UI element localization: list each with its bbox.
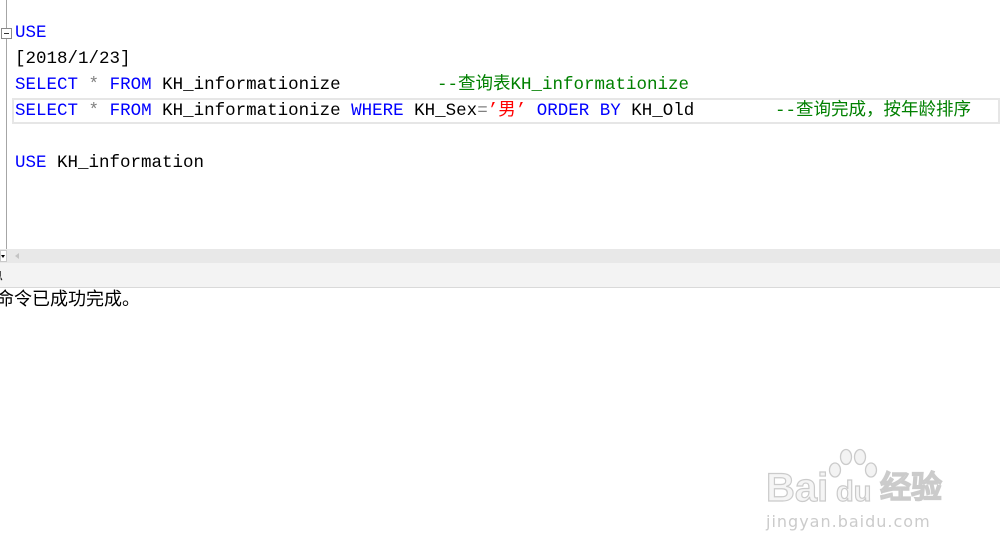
watermark-text-bai: Bai xyxy=(765,465,829,510)
horizontal-scrollbar[interactable] xyxy=(0,249,1000,263)
code-line-4[interactable]: SELECT * FROM KH_informationize WHERE KH… xyxy=(15,98,1000,124)
code-area[interactable]: USE [2018/1/23] SELECT * FROM KH_informa… xyxy=(15,20,1000,176)
keyword-use: USE xyxy=(15,23,47,43)
keyword-select: SELECT xyxy=(15,75,79,95)
code-line-1[interactable]: USE xyxy=(15,20,1000,46)
keyword-where: WHERE xyxy=(351,101,404,121)
tab-messages[interactable]: 息 xyxy=(0,270,3,283)
keyword-use: USE xyxy=(15,153,47,173)
code-line-5[interactable] xyxy=(15,124,1000,150)
sql-comment: --查询完成，按年龄排序 xyxy=(775,101,972,121)
keyword-select: SELECT xyxy=(15,101,79,121)
sql-comment: --查询表KH_informationize xyxy=(437,75,690,95)
table-name: KH_informationize xyxy=(162,75,341,95)
results-tab-strip: 息 xyxy=(0,263,1000,288)
query-editor[interactable]: USE [2018/1/23] SELECT * FROM KH_informa… xyxy=(0,0,1000,249)
watermark-url: jingyan.baidu.com xyxy=(766,512,931,531)
operator-equals: = xyxy=(477,101,488,121)
column-name: KH_Sex xyxy=(414,101,478,121)
code-line-3[interactable]: SELECT * FROM KH_informationize --查询表KH_i… xyxy=(15,72,1000,98)
keyword-order-by: ORDER BY xyxy=(536,101,621,121)
collapse-minus-icon[interactable] xyxy=(1,28,12,39)
date-text: [2018/1/23] xyxy=(15,49,131,69)
arrow-left-icon[interactable] xyxy=(12,249,22,263)
watermark-text-jingyan: 经验 xyxy=(879,469,942,506)
status-message: 命令已成功完成。 xyxy=(0,289,140,310)
watermark-text-du: du xyxy=(835,475,872,508)
database-name: KH_information xyxy=(57,153,205,173)
operator-star: * xyxy=(88,101,100,121)
keyword-from: FROM xyxy=(109,75,152,95)
keyword-from: FROM xyxy=(109,101,152,121)
table-name: KH_informationize xyxy=(162,101,341,121)
chevron-down-icon[interactable] xyxy=(0,250,7,262)
operator-star: * xyxy=(88,75,100,95)
code-line-6[interactable]: USE KH_information xyxy=(15,150,1000,176)
code-line-2[interactable]: [2018/1/23] xyxy=(15,46,1000,72)
order-column-name: KH_Old xyxy=(631,101,695,121)
string-literal: ’男’ xyxy=(487,101,527,121)
